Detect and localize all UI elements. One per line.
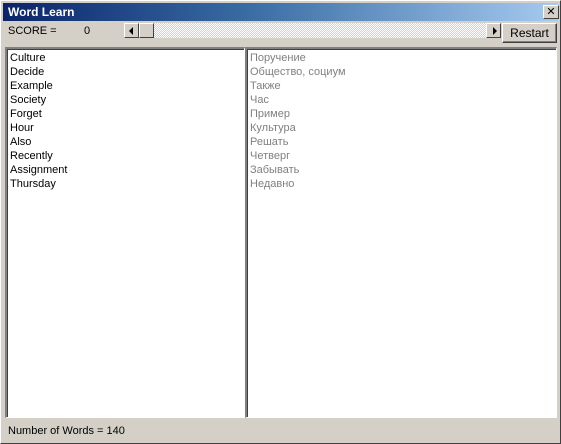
- title-bar[interactable]: Word Learn ✕: [3, 3, 559, 21]
- english-word-item[interactable]: Society: [10, 93, 244, 107]
- score-label: SCORE =: [8, 25, 57, 37]
- arrow-right-icon: [493, 27, 497, 35]
- close-icon: ✕: [546, 5, 556, 18]
- arrow-left-icon: [129, 27, 133, 35]
- english-word-item[interactable]: Thursday: [10, 177, 244, 191]
- scroll-right-button[interactable]: [486, 23, 501, 38]
- translation-item[interactable]: Решать: [250, 135, 556, 149]
- restart-button[interactable]: Restart: [502, 23, 557, 43]
- translation-item[interactable]: Культура: [250, 121, 556, 135]
- translation-item[interactable]: Пример: [250, 107, 556, 121]
- translation-item[interactable]: Недавно: [250, 177, 556, 191]
- scroll-left-button[interactable]: [124, 23, 139, 38]
- translation-item[interactable]: Четверг: [250, 149, 556, 163]
- english-word-list[interactable]: Culture Decide Example Society Forget Ho…: [5, 47, 245, 418]
- english-word-item[interactable]: Forget: [10, 107, 244, 121]
- translation-list[interactable]: Поручение Общество, социум Также Час При…: [245, 47, 557, 418]
- translation-item[interactable]: Поручение: [250, 51, 556, 65]
- english-word-item[interactable]: Also: [10, 135, 244, 149]
- english-word-item[interactable]: Culture: [10, 51, 244, 65]
- english-word-item[interactable]: Recently: [10, 149, 244, 163]
- translation-item[interactable]: Общество, социум: [250, 65, 556, 79]
- english-word-item[interactable]: Assignment: [10, 163, 244, 177]
- app-window: Word Learn ✕ SCORE = 0 Restart Culture D…: [0, 0, 561, 444]
- translation-item[interactable]: Час: [250, 93, 556, 107]
- english-word-item[interactable]: Hour: [10, 121, 244, 135]
- score-value: 0: [84, 25, 91, 37]
- scroll-thumb[interactable]: [139, 23, 154, 38]
- horizontal-scrollbar[interactable]: [124, 23, 501, 38]
- translation-item[interactable]: Забывать: [250, 163, 556, 177]
- translation-item[interactable]: Также: [250, 79, 556, 93]
- english-word-item[interactable]: Example: [10, 79, 244, 93]
- english-word-item[interactable]: Decide: [10, 65, 244, 79]
- close-button[interactable]: ✕: [543, 5, 559, 19]
- word-count-status: Number of Words = 140: [8, 425, 125, 437]
- window-title: Word Learn: [8, 5, 75, 19]
